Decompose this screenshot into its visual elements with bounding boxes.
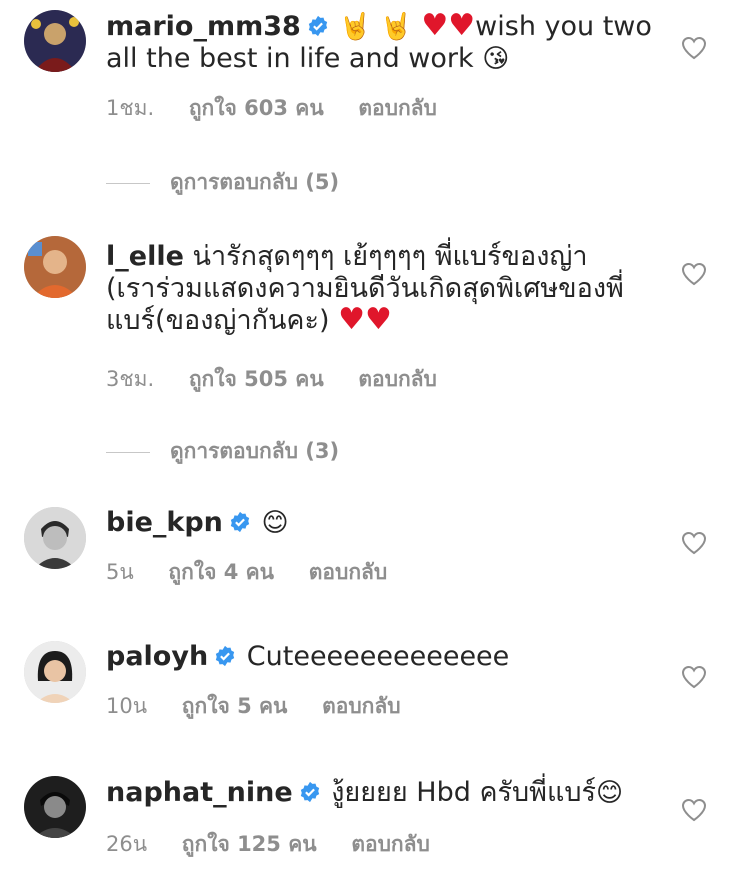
likes-count[interactable]: ถูกใจ 125 คน xyxy=(182,832,317,856)
smiling-face-emoji: 😊 xyxy=(596,778,624,808)
comment-text: bie_kpn 😊 xyxy=(106,507,666,539)
divider-line xyxy=(106,182,150,184)
timestamp: 1ชม. xyxy=(106,96,155,120)
comment-text: l_elle น่ารักสุดๆๆๆ เย้ๆๆๆๆ พี่แบร์ของญ่… xyxy=(106,241,626,337)
comment-meta: 26น ถูกใจ 125 คน ตอบกลับ xyxy=(106,828,458,861)
view-replies-label: ดูการตอบกลับ (5) xyxy=(170,170,340,194)
rock-hand-emoji: 🤘 xyxy=(380,12,413,42)
timestamp: 10น xyxy=(106,694,148,718)
reply-button[interactable]: ตอบกลับ xyxy=(358,96,437,120)
username[interactable]: naphat_nine xyxy=(106,777,293,808)
comment-meta: 3ชม. ถูกใจ 505 คน ตอบกลับ xyxy=(106,363,465,396)
comment-meta: 5น ถูกใจ 4 คน ตอบกลับ xyxy=(106,556,415,589)
username[interactable]: mario_mm38 xyxy=(106,11,301,42)
red-heart-emoji: ♥ xyxy=(338,302,366,337)
username[interactable]: paloyh xyxy=(106,641,208,672)
avatar[interactable] xyxy=(24,236,86,298)
heart-outline-icon[interactable] xyxy=(681,798,707,822)
avatar[interactable] xyxy=(24,641,86,703)
reply-button[interactable]: ตอบกลับ xyxy=(351,832,430,856)
comment-meta: 1ชม. ถูกใจ 603 คน ตอบกลับ xyxy=(106,92,465,125)
reply-button[interactable]: ตอบกลับ xyxy=(322,694,401,718)
heart-outline-icon[interactable] xyxy=(681,665,707,689)
red-heart-emoji: ♥ xyxy=(448,8,476,43)
verified-badge-icon xyxy=(214,645,236,667)
verified-badge-icon xyxy=(299,781,321,803)
username[interactable]: bie_kpn xyxy=(106,507,223,538)
view-replies-button[interactable]: ดูการตอบกลับ (3) xyxy=(106,435,339,468)
likes-count[interactable]: ถูกใจ 505 คน xyxy=(189,367,324,391)
heart-outline-icon[interactable] xyxy=(681,36,707,60)
comment-body: Cuteeeeeeeeeeeee xyxy=(246,641,510,672)
avatar[interactable] xyxy=(24,10,86,72)
likes-count[interactable]: ถูกใจ 4 คน xyxy=(168,560,274,584)
red-heart-emoji: ♥ xyxy=(365,302,392,337)
divider-line xyxy=(106,451,150,453)
rock-hand-emoji: 🤘 xyxy=(339,12,372,42)
likes-count[interactable]: ถูกใจ 603 คน xyxy=(189,96,324,120)
comment-text: paloyh Cuteeeeeeeeeeeee xyxy=(106,641,666,673)
verified-badge-icon xyxy=(307,15,329,37)
reply-button[interactable]: ตอบกลับ xyxy=(309,560,388,584)
smiling-face-emoji: 😊 xyxy=(261,508,289,538)
likes-count[interactable]: ถูกใจ 5 คน xyxy=(182,694,288,718)
view-replies-button[interactable]: ดูการตอบกลับ (5) xyxy=(106,166,339,199)
heart-outline-icon[interactable] xyxy=(681,531,707,555)
view-replies-label: ดูการตอบกลับ (3) xyxy=(170,439,340,463)
comment-text: naphat_nine งู้ยยยย Hbd ครับพี่แบร์😊 xyxy=(106,777,666,809)
comment-meta: 10น ถูกใจ 5 คน ตอบกลับ xyxy=(106,690,429,723)
verified-badge-icon xyxy=(229,511,251,533)
timestamp: 5น xyxy=(106,560,134,584)
comment-body: งู้ยยยย Hbd ครับพี่แบร์ xyxy=(331,777,596,808)
heart-outline-icon[interactable] xyxy=(681,262,707,286)
comment-text: mario_mm38 🤘 🤘 ♥♥wish you two all the be… xyxy=(106,11,666,75)
timestamp: 26น xyxy=(106,832,148,856)
avatar[interactable] xyxy=(24,776,86,838)
timestamp: 3ชม. xyxy=(106,367,155,391)
reply-button[interactable]: ตอบกลับ xyxy=(358,367,437,391)
username[interactable]: l_elle xyxy=(106,241,184,272)
kissing-face-emoji: 😘 xyxy=(482,44,510,74)
avatar[interactable] xyxy=(24,507,86,569)
red-heart-emoji: ♥ xyxy=(421,8,449,43)
